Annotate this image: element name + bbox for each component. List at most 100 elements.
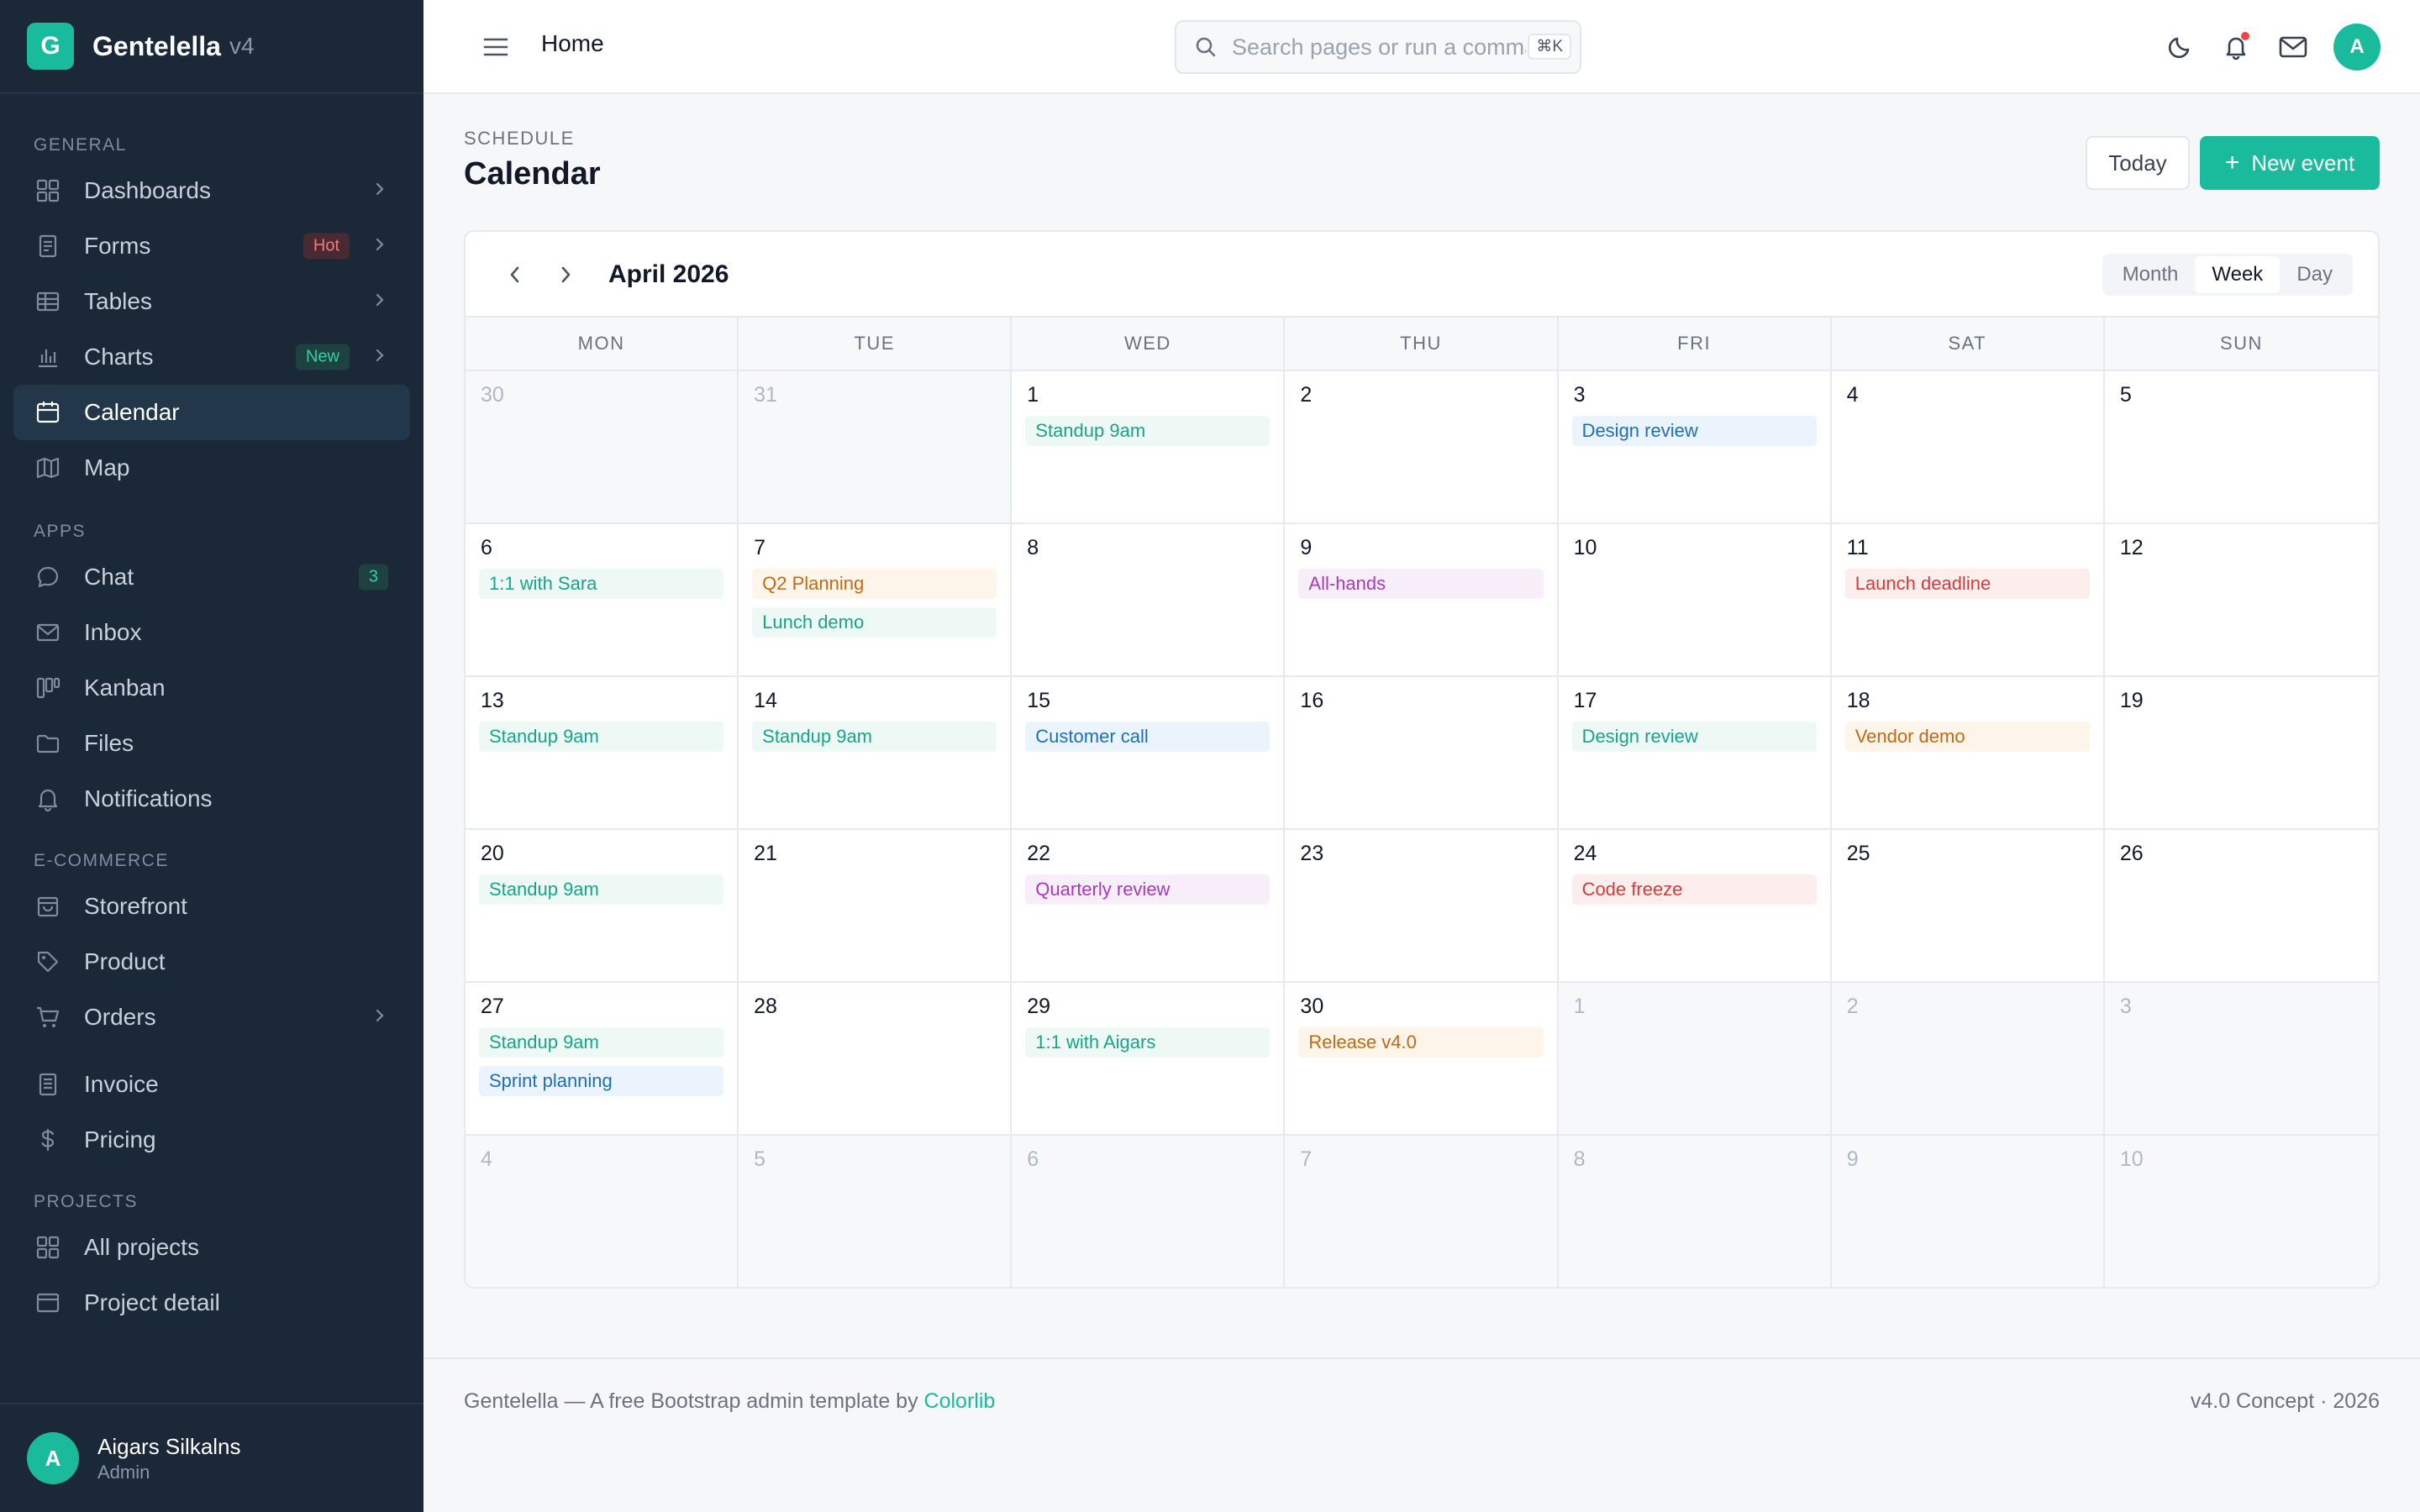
day-cell[interactable]: 3 — [2104, 983, 2378, 1136]
sidebar-item-pricing[interactable]: Pricing — [13, 1112, 410, 1168]
sidebar-item-storefront[interactable]: Storefront — [13, 879, 410, 934]
day-cell[interactable]: 1 — [1558, 983, 1832, 1136]
view-day-button[interactable]: Day — [2280, 256, 2349, 293]
brand[interactable]: G Gentelella v4 — [0, 0, 424, 94]
event-chip[interactable]: Standup 9am — [479, 874, 724, 905]
day-cell[interactable]: 26 — [2104, 830, 2378, 983]
day-cell[interactable]: 6 — [1012, 1136, 1286, 1287]
sidebar-item-invoice[interactable]: Invoice — [13, 1057, 410, 1112]
event-chip[interactable]: Customer call — [1025, 722, 1270, 752]
day-cell[interactable]: 21 — [739, 830, 1013, 983]
view-week-button[interactable]: Week — [2195, 256, 2281, 293]
event-chip[interactable]: Design review — [1571, 416, 1817, 446]
day-number: 11 — [1846, 536, 1869, 559]
day-cell[interactable]: 4 — [1831, 371, 2105, 524]
sidebar-item-files[interactable]: Files — [13, 716, 410, 771]
sidebar-item-project-detail[interactable]: Project detail — [13, 1275, 410, 1331]
mail-icon[interactable] — [2276, 30, 2310, 64]
sidebar-item-kanban[interactable]: Kanban — [13, 660, 410, 716]
event-chip[interactable]: Launch deadline — [1844, 569, 2090, 599]
event-chip[interactable]: Q2 Planning — [752, 569, 997, 599]
day-cell[interactable]: 1 Standup 9am — [1012, 371, 1286, 524]
event-chip[interactable]: Code freeze — [1571, 874, 1817, 905]
event-chip[interactable]: 1:1 with Aigars — [1025, 1027, 1270, 1058]
day-cell[interactable]: 4 — [466, 1136, 739, 1287]
event-chip[interactable]: Standup 9am — [479, 1027, 724, 1058]
event-chip[interactable]: Standup 9am — [1025, 416, 1270, 446]
colorlib-link[interactable]: Colorlib — [924, 1389, 996, 1413]
day-cell[interactable]: 20 Standup 9am — [466, 830, 739, 983]
sidebar-item-all-projects[interactable]: All projects — [13, 1220, 410, 1275]
day-cell[interactable]: 10 — [2104, 1136, 2378, 1287]
menu-toggle-icon[interactable] — [479, 32, 513, 62]
user-avatar[interactable]: A — [2333, 24, 2381, 71]
sidebar-item-calendar[interactable]: Calendar — [13, 385, 410, 440]
event-chip[interactable]: Standup 9am — [752, 722, 997, 752]
day-cell[interactable]: 7 Q2 Planning Lunch demo — [739, 524, 1013, 677]
day-cell[interactable]: 17 Design review — [1558, 677, 1832, 830]
day-cell[interactable]: 10 — [1558, 524, 1832, 677]
day-cell[interactable]: 8 — [1558, 1136, 1832, 1287]
sidebar-item-orders[interactable]: Orders — [13, 990, 410, 1045]
event-chip[interactable]: Sprint planning — [479, 1066, 724, 1096]
day-cell[interactable]: 30 Release v4.0 — [1285, 983, 1559, 1136]
day-cell[interactable]: 22 Quarterly review — [1012, 830, 1286, 983]
day-cell[interactable]: 9 — [1831, 1136, 2105, 1287]
event-chip[interactable]: Vendor demo — [1844, 722, 2090, 752]
today-button[interactable]: Today — [2086, 136, 2190, 190]
view-month-button[interactable]: Month — [2106, 256, 2196, 293]
event-chip[interactable]: Quarterly review — [1025, 874, 1270, 905]
search-input[interactable] — [1232, 34, 1526, 60]
day-cell[interactable]: 29 1:1 with Aigars — [1012, 983, 1286, 1136]
search-box[interactable]: ⌘K — [1175, 20, 1581, 74]
sidebar-item-chat[interactable]: Chat 3 — [13, 549, 410, 605]
moon-icon[interactable] — [2163, 30, 2196, 64]
day-cell[interactable]: 2 — [1285, 371, 1559, 524]
event-chip[interactable]: Standup 9am — [479, 722, 724, 752]
day-cell[interactable]: 8 — [1012, 524, 1286, 677]
day-cell[interactable]: 25 — [1831, 830, 2105, 983]
event-chip[interactable]: Design review — [1571, 722, 1817, 752]
sidebar-user[interactable]: A Aigars Silkalns Admin — [0, 1403, 424, 1512]
day-cell[interactable]: 15 Customer call — [1012, 677, 1286, 830]
day-cell[interactable]: 7 — [1285, 1136, 1559, 1287]
sidebar-item-product[interactable]: Product — [13, 934, 410, 990]
day-cell[interactable]: 5 — [739, 1136, 1013, 1287]
day-cell[interactable]: 23 — [1285, 830, 1559, 983]
sidebar-item-notifications[interactable]: Notifications — [13, 771, 410, 827]
day-cell[interactable]: 18 Vendor demo — [1831, 677, 2105, 830]
sidebar-item-inbox[interactable]: Inbox — [13, 605, 410, 660]
day-cell[interactable]: 9 All-hands — [1285, 524, 1559, 677]
breadcrumb[interactable]: Home — [541, 30, 604, 57]
sidebar-item-forms[interactable]: Forms Hot — [13, 218, 410, 274]
sidebar-item-dashboards[interactable]: Dashboards — [13, 163, 410, 218]
day-cell[interactable]: 5 — [2104, 371, 2378, 524]
sidebar-item-tables[interactable]: Tables — [13, 274, 410, 329]
day-cell[interactable]: 27 Standup 9am Sprint planning — [466, 983, 739, 1136]
event-chip[interactable]: All-hands — [1298, 569, 1544, 599]
day-cell[interactable]: 3 Design review — [1558, 371, 1832, 524]
day-cell[interactable]: 11 Launch deadline — [1831, 524, 2105, 677]
day-cell[interactable]: 6 1:1 with Sara — [466, 524, 739, 677]
day-cell[interactable]: 16 — [1285, 677, 1559, 830]
day-cell[interactable]: 2 — [1831, 983, 2105, 1136]
day-cell[interactable]: 12 — [2104, 524, 2378, 677]
day-cell[interactable]: 30 — [466, 371, 739, 524]
day-cell[interactable]: 24 Code freeze — [1558, 830, 1832, 983]
new-event-button[interactable]: + New event — [2200, 136, 2380, 190]
event-chip[interactable]: Lunch demo — [752, 607, 997, 638]
day-cell[interactable]: 31 — [739, 371, 1013, 524]
chevron-right-icon[interactable] — [551, 260, 580, 289]
chevron-left-icon[interactable] — [501, 260, 529, 289]
day-cell[interactable]: 28 — [739, 983, 1013, 1136]
event-chip[interactable]: 1:1 with Sara — [479, 569, 724, 599]
sidebar-item-charts[interactable]: Charts New — [13, 329, 410, 385]
sidebar-item-map[interactable]: Map — [13, 440, 410, 496]
new-event-label: New event — [2251, 150, 2355, 176]
day-cell[interactable]: 13 Standup 9am — [466, 677, 739, 830]
bell-icon[interactable] — [2219, 30, 2253, 64]
event-chip[interactable]: Release v4.0 — [1298, 1027, 1544, 1058]
day-number: 30 — [1300, 995, 1324, 1018]
day-cell[interactable]: 19 — [2104, 677, 2378, 830]
day-cell[interactable]: 14 Standup 9am — [739, 677, 1013, 830]
